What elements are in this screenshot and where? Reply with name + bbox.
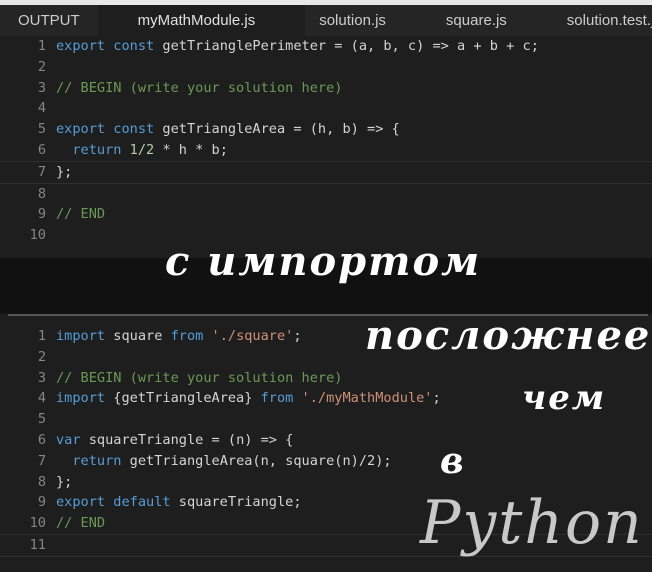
code-line[interactable]: 7 return getTriangleArea(n, square(n)/2)… xyxy=(0,451,652,472)
code-token: getTriangleArea = (h, b) => { xyxy=(162,121,400,138)
line-number: 9 xyxy=(37,206,46,223)
line-number: 4 xyxy=(37,390,46,407)
code-editor-mymathmodule[interactable]: 1 export const getTrianglePerimeter = (a,… xyxy=(0,36,652,246)
code-token: './myMathModule' xyxy=(301,390,433,407)
line-number: 5 xyxy=(37,411,46,428)
line-number: 11 xyxy=(29,536,46,553)
code-token: from xyxy=(170,328,212,344)
line-number: 10 xyxy=(29,515,46,532)
code-token: }; xyxy=(56,473,73,490)
code-token: // END xyxy=(56,206,106,223)
code-token: }; xyxy=(56,163,73,180)
line-number: 1 xyxy=(37,38,46,54)
caption-line-5: Python xyxy=(420,488,644,558)
line-number: 3 xyxy=(37,369,46,386)
line-number: 7 xyxy=(37,163,46,180)
code-line[interactable]: 9 // END xyxy=(0,204,652,225)
tab-mymathmodule[interactable]: myMathModule.js xyxy=(97,5,306,36)
caption-line-1: с импортом xyxy=(165,238,482,285)
code-token: ; xyxy=(432,390,441,407)
code-token: import xyxy=(56,390,114,407)
code-token: import xyxy=(56,328,114,344)
code-line[interactable]: 4 xyxy=(0,98,652,119)
code-token: './square' xyxy=(211,328,294,344)
tab-square[interactable]: square.js xyxy=(416,5,567,36)
tab-output[interactable]: OUTPUT xyxy=(0,5,98,36)
code-token: export const xyxy=(56,121,163,138)
code-token: return xyxy=(72,141,130,158)
code-token: square xyxy=(113,328,171,344)
code-token: ; xyxy=(293,328,302,344)
code-line[interactable]: 8 xyxy=(0,184,652,205)
tab-solution-test[interactable]: solution.test.js xyxy=(567,5,652,36)
code-token: from xyxy=(260,390,302,407)
code-line[interactable]: 6 var squareTriangle = (n) => { xyxy=(0,430,652,451)
code-line[interactable]: 6 return 1/2 * h * b; xyxy=(0,140,652,161)
line-number: 7 xyxy=(37,452,46,469)
code-line[interactable]: 7}; xyxy=(0,160,652,184)
caption-line-2: посложнее xyxy=(365,312,652,359)
tab-solution[interactable]: solution.js xyxy=(305,5,416,36)
code-token: * h * b; xyxy=(154,141,228,158)
code-token: getTriangleArea(n, square(n)/2); xyxy=(129,452,392,469)
code-token: // END xyxy=(56,515,106,532)
code-token: {getTriangleArea} xyxy=(113,390,261,407)
code-token: getTrianglePerimeter = (a, b, c) => a + … xyxy=(162,38,539,54)
code-line[interactable]: 5 export const getTriangleArea = (h, b) =… xyxy=(0,119,652,140)
line-number: 2 xyxy=(37,58,46,75)
line-number: 2 xyxy=(37,348,46,365)
line-number: 10 xyxy=(29,227,46,244)
line-number: 6 xyxy=(37,431,46,448)
line-number: 6 xyxy=(37,141,46,158)
code-token: // BEGIN (write your solution here) xyxy=(56,369,343,386)
line-number: 5 xyxy=(37,121,46,138)
tab-bar: OUTPUT myMathModule.js solution.js squar… xyxy=(0,5,652,36)
code-token: squareTriangle = (n) => { xyxy=(88,431,294,448)
code-token: var xyxy=(56,431,89,448)
code-token: squareTriangle; xyxy=(178,494,302,511)
code-token: return xyxy=(72,452,130,469)
code-token: export default xyxy=(56,494,179,511)
code-line[interactable]: 1 export const getTrianglePerimeter = (a,… xyxy=(0,36,652,57)
code-token: // BEGIN (write your solution here) xyxy=(56,79,343,96)
line-number: 3 xyxy=(37,79,46,96)
code-token: 1/2 xyxy=(129,141,155,158)
code-line[interactable]: 2 xyxy=(0,57,652,78)
line-number: 9 xyxy=(37,494,46,511)
code-token: export const xyxy=(56,38,163,54)
line-number: 8 xyxy=(37,473,46,490)
caption-line-4: в xyxy=(440,440,466,482)
caption-line-3: чем xyxy=(522,378,607,418)
line-number: 4 xyxy=(37,100,46,117)
line-number: 8 xyxy=(37,185,46,202)
code-line[interactable]: 3 // BEGIN (write your solution here) xyxy=(0,78,652,99)
line-number: 1 xyxy=(37,328,46,344)
